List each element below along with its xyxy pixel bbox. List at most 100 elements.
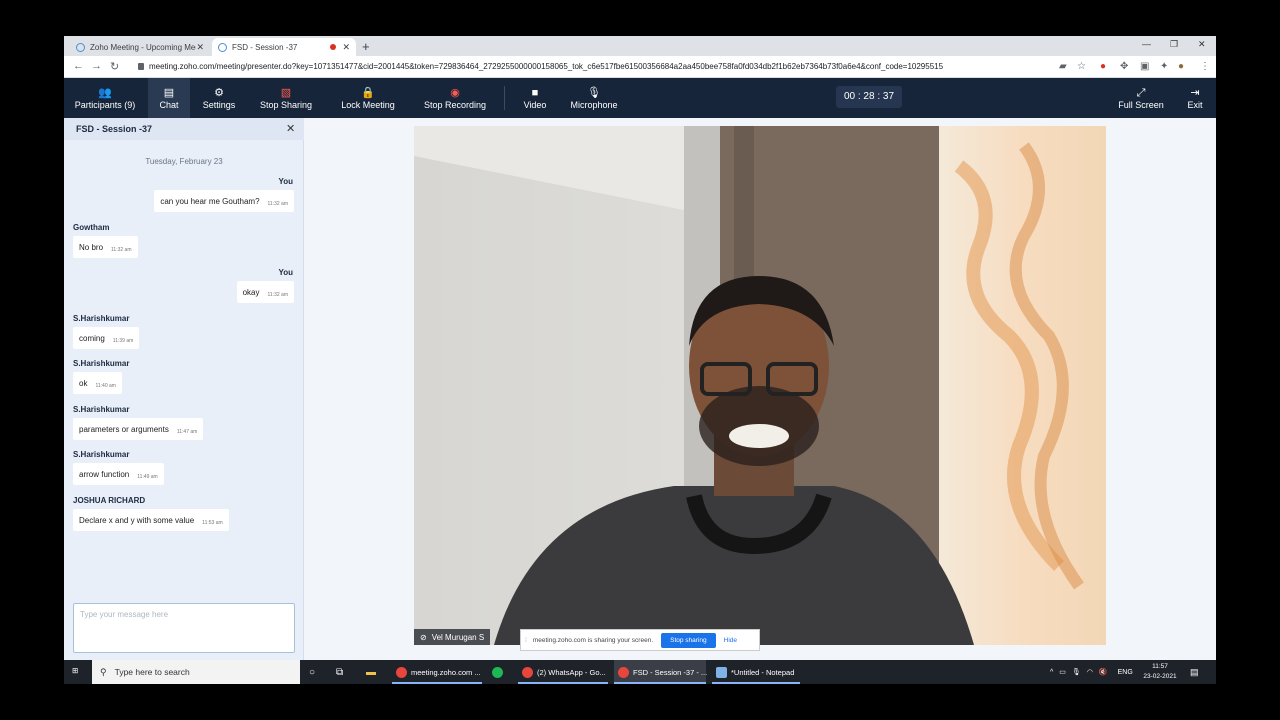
close-window-button[interactable]: ✕ [1198, 39, 1206, 50]
taskbar-clock[interactable]: 11:57 23-02-2021 [1140, 662, 1180, 682]
minimize-button[interactable]: — [1142, 39, 1151, 49]
browser-tab-upcoming[interactable]: Zoho Meeting - Upcoming Meeti ✕ [70, 38, 210, 56]
wifi-icon[interactable]: ◠ [1087, 668, 1093, 676]
back-icon[interactable]: ← [73, 60, 84, 72]
show-hidden-icons-icon[interactable]: ^ [1050, 669, 1053, 676]
participants-button[interactable]: 👥 Participants (9) [70, 78, 140, 118]
microphone-tray-icon[interactable]: 🎙 [1072, 668, 1081, 676]
zoho-favicon-icon [76, 42, 85, 52]
message-text: can you hear me Goutham? [160, 196, 260, 206]
chat-message: Declare x and y with some value 11:53 am [73, 509, 229, 531]
taskbar-item-whatsapp[interactable]: (2) WhatsApp - Go... [518, 660, 608, 684]
chat-label: Chat [159, 100, 179, 110]
message-text: No bro [79, 242, 104, 252]
reload-icon[interactable]: ↻ [110, 60, 119, 73]
windows-start-icon[interactable]: ⊞ [72, 666, 78, 675]
url-field[interactable]: meeting.zoho.com/meeting/presenter.do?ke… [149, 62, 943, 71]
message-time: 11:40 am [95, 383, 116, 389]
stop-sharing-icon: ▧ [280, 87, 292, 99]
chat-button[interactable]: ▤ Chat [148, 78, 190, 118]
message-sender: Gowtham [73, 223, 110, 232]
cortana-icon[interactable]: ○ [309, 660, 315, 684]
lock-meeting-button[interactable]: 🔒 Lock Meeting [336, 78, 400, 118]
lock-meeting-label: Lock Meeting [341, 100, 395, 110]
taskbar-item-notepad[interactable]: *Untitled - Notepad [712, 660, 800, 684]
chat-message: No bro 11:32 am [73, 236, 138, 258]
camera-icon[interactable]: ▰ [1059, 61, 1067, 72]
message-sender: S.Harishkumar [73, 405, 130, 414]
close-tab-icon[interactable]: ✕ [342, 42, 350, 53]
mic-muted-icon: ⊘ [420, 632, 427, 642]
browser-tab-session[interactable]: FSD - Session -37 ✕ [212, 38, 356, 56]
message-sender: You [278, 268, 293, 277]
video-camera-icon: ■ [531, 87, 539, 99]
stop-recording-button[interactable]: ◉ Stop Recording [420, 78, 490, 118]
message-time: 11:53 am [202, 520, 223, 526]
message-sender: You [278, 177, 293, 186]
browser-menu-icon[interactable]: ⋮ [1200, 61, 1210, 72]
chrome-icon [522, 666, 533, 678]
task-view-icon[interactable]: ⧉ [336, 660, 343, 684]
recording-dot-icon [330, 44, 337, 50]
language-indicator[interactable]: ENG [1118, 669, 1133, 676]
spotify-icon[interactable] [492, 660, 507, 684]
hide-notice-button[interactable]: Hide [724, 637, 737, 644]
chat-message: ok 11:40 am [73, 372, 122, 394]
chat-message: parameters or arguments 11:47 am [73, 418, 204, 440]
chat-message: arrow function 11:49 am [73, 463, 164, 485]
volume-muted-icon[interactable]: 🔇 [1099, 668, 1108, 676]
chat-message-input[interactable]: Type your message here [73, 603, 295, 653]
battery-icon[interactable]: ▭ [1059, 668, 1066, 676]
stop-sharing-button[interactable]: ▧ Stop Sharing [256, 78, 316, 118]
message-text: okay [242, 287, 260, 297]
stop-sharing-notice-button[interactable]: Stop sharing [661, 632, 716, 648]
chat-message: okay 11:32 am [236, 281, 294, 303]
profile-avatar-icon[interactable]: ● [1178, 61, 1184, 72]
taskbar-search-box[interactable]: ⚲ Type here to search [92, 660, 300, 684]
chat-icon: ▤ [163, 87, 175, 99]
search-icon: ⚲ [100, 666, 107, 677]
message-time: 11:39 am [112, 338, 134, 344]
full-screen-button[interactable]: ⤢ Full Screen [1116, 78, 1166, 118]
chrome-icon [396, 666, 407, 678]
taskbar-item-chrome-meeting[interactable]: meeting.zoho.com ... [392, 660, 482, 684]
drag-handle-icon[interactable]: ⁞ [525, 637, 527, 644]
extension-move-icon[interactable]: ✥ [1120, 61, 1128, 72]
chrome-icon [618, 666, 629, 678]
microphone-button[interactable]: 🎙 Microphone [566, 78, 622, 118]
exit-button[interactable]: ⇥ Exit [1180, 78, 1210, 118]
taskbar-item-label: FSD - Session -37 - ... [633, 667, 708, 677]
forward-icon[interactable]: → [91, 60, 102, 72]
settings-label: Settings [202, 100, 236, 110]
extensions-puzzle-icon[interactable]: ✦ [1160, 61, 1168, 72]
chat-title: FSD - Session -37 [76, 124, 153, 134]
extension-box-icon[interactable]: ▣ [1140, 61, 1149, 72]
file-explorer-icon[interactable]: ▬ [366, 660, 376, 684]
video-button[interactable]: ■ Video [516, 78, 554, 118]
extension-color-icon[interactable]: ● [1100, 61, 1106, 72]
tab-title: Zoho Meeting - Upcoming Meeti [90, 42, 197, 52]
close-tab-icon[interactable]: ✕ [196, 42, 204, 53]
microphone-label: Microphone [570, 100, 618, 110]
video-feed-image [414, 126, 1106, 645]
notification-center-icon[interactable]: ▤ [1190, 660, 1199, 684]
settings-button[interactable]: ⚙ Settings [198, 78, 240, 118]
new-tab-button[interactable]: + [362, 39, 370, 54]
record-icon: ◉ [450, 87, 460, 99]
chat-header: FSD - Session -37 ✕ [64, 118, 304, 140]
message-text: Declare x and y with some value [79, 515, 195, 525]
participant-video: ⊘ Vel Murugan S [414, 126, 1106, 645]
system-tray: ^ ▭ 🎙 ◠ 🔇 ENG [1050, 660, 1133, 684]
meeting-timer: 00 : 28 : 37 [836, 86, 902, 108]
taskbar-item-fsd-session[interactable]: FSD - Session -37 - ... [614, 660, 708, 684]
message-text: coming [79, 333, 105, 343]
stop-sharing-label: Stop Sharing [259, 100, 313, 110]
participants-label: Participants (9) [74, 100, 136, 110]
toolbar-divider [504, 86, 505, 110]
restore-button[interactable]: ❐ [1170, 39, 1178, 50]
screen: Zoho Meeting - Upcoming Meeti ✕ FSD - Se… [64, 36, 1216, 684]
bookmark-star-icon[interactable]: ☆ [1077, 61, 1086, 72]
address-bar: ← → ↻ meeting.zoho.com/meeting/presenter… [64, 56, 1216, 78]
close-chat-icon[interactable]: ✕ [286, 122, 295, 135]
message-sender: S.Harishkumar [73, 450, 130, 459]
